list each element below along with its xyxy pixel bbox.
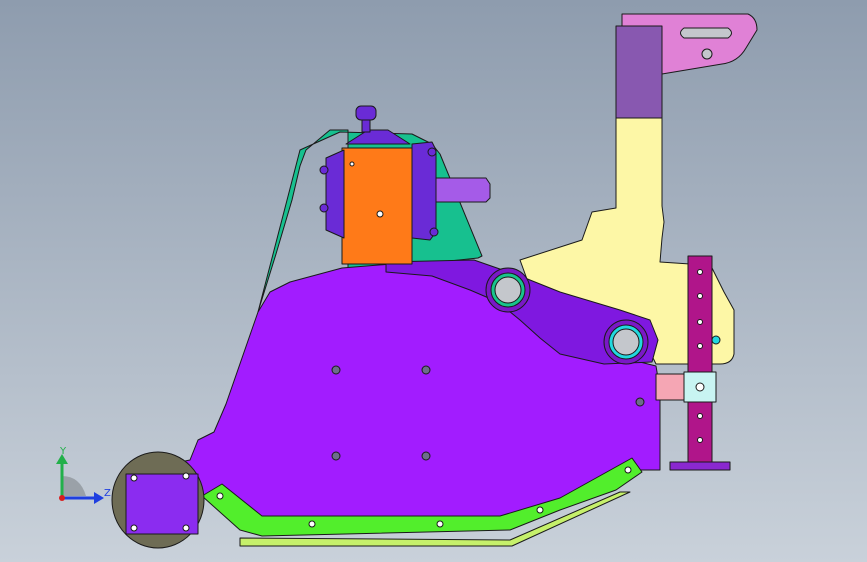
jack-foot[interactable]	[669, 461, 731, 471]
gearbox-bolt	[319, 165, 329, 175]
hitch-slot	[680, 27, 732, 39]
triad-z-label: Z	[104, 488, 111, 499]
skid-bolt	[216, 492, 224, 500]
upper-pivot-bushing[interactable]	[485, 267, 531, 313]
roller-bolt	[130, 524, 138, 532]
cad-graphics-viewport[interactable]: Y Z	[0, 0, 867, 562]
housing-hole	[421, 451, 431, 461]
triad-y-label: Y	[59, 446, 67, 457]
gearbox-bolt	[429, 227, 439, 237]
gearbox-fill	[349, 161, 355, 167]
jack-hole	[697, 413, 703, 419]
jack-hole	[697, 269, 703, 275]
housing-hole	[635, 397, 645, 407]
gearbox-drain	[376, 210, 384, 218]
gearbox-vent-stem	[361, 119, 371, 133]
skid-bolt	[436, 520, 444, 528]
jack-post[interactable]	[687, 255, 713, 463]
pto-input-shaft[interactable]	[435, 177, 491, 203]
roller-bolt	[182, 524, 190, 532]
jack-hole	[697, 319, 703, 325]
skid-bolt	[624, 466, 632, 474]
lower-pivot-bushing[interactable]	[603, 319, 649, 365]
housing-hole	[331, 451, 341, 461]
gearbox-bolt	[319, 203, 329, 213]
skid-bolt	[536, 506, 544, 514]
jack-hole	[697, 343, 703, 349]
jack-hole	[697, 437, 703, 443]
gearbox-vent[interactable]	[355, 105, 377, 121]
tower-post-upper[interactable]	[615, 25, 663, 119]
roller-bolt	[182, 472, 190, 480]
gearbox-side-plate-left[interactable]	[325, 149, 345, 239]
hitch-pin-hole	[701, 48, 713, 60]
housing-hole	[331, 365, 341, 375]
jack-lock-pin[interactable]	[711, 335, 721, 345]
gearbox-bolt	[427, 147, 437, 157]
triad-origin	[59, 495, 65, 501]
skid-bolt	[308, 520, 316, 528]
gearbox-side-plate-right[interactable]	[411, 141, 437, 241]
roller-bolt	[130, 474, 138, 482]
housing-hole	[421, 365, 431, 375]
jack-clamp-pin	[695, 382, 705, 392]
jack-hole	[697, 293, 703, 299]
